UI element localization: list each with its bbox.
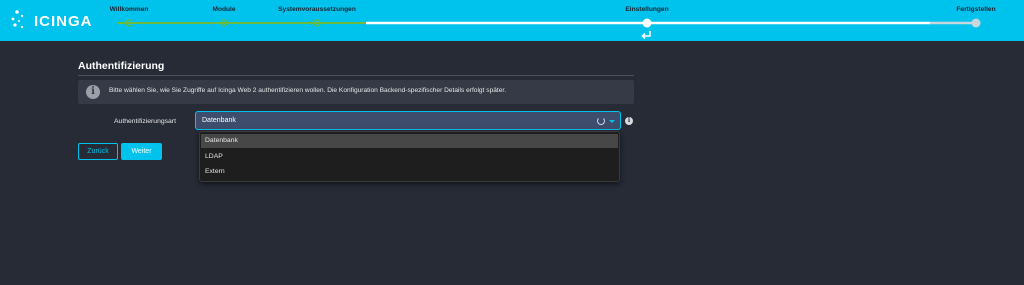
step-label-willkommen[interactable]: Willkommen <box>110 6 149 13</box>
option-datenbank[interactable]: Datenbank <box>201 134 618 148</box>
back-button[interactable]: Zurück <box>78 143 118 160</box>
option-extern[interactable]: Extern <box>201 165 618 179</box>
spinner-icon <box>597 117 605 125</box>
chevron-down-icon[interactable] <box>609 120 615 123</box>
next-button[interactable]: Weiter <box>121 143 162 160</box>
wizard-progress-track <box>118 18 981 40</box>
step-label-einstellungen: Einstellungen <box>625 6 669 13</box>
info-icon: i <box>86 85 100 99</box>
auth-type-select[interactable]: Datenbank <box>195 111 621 130</box>
step-label-systemvoraussetzungen[interactable]: Systemvoraussetzungen <box>278 6 356 13</box>
help-icon[interactable]: i <box>625 117 633 125</box>
wizard-header: ICINGA Willkommen Module Systemvorausset… <box>0 0 1024 41</box>
step-label-module[interactable]: Module <box>212 6 235 13</box>
auth-type-dropdown: Datenbank LDAP Extern <box>199 131 620 182</box>
info-box: i Bitte wählen Sie, wie Sie Zugriffe auf… <box>78 80 634 104</box>
auth-section: Authentifizierung i Bitte wählen Sie, wi… <box>78 60 634 104</box>
step-marker-fertigstellen <box>971 18 981 28</box>
option-ldap[interactable]: LDAP <box>201 150 618 164</box>
step-marker-einstellungen <box>642 18 652 28</box>
auth-type-label: Authentifizierungsart <box>114 118 176 125</box>
page-title: Authentifizierung <box>78 60 634 76</box>
info-text: Bitte wählen Sie, wie Sie Zugriffe auf I… <box>109 87 507 94</box>
auth-type-value: Datenbank <box>202 117 236 124</box>
return-arrow-icon <box>641 31 651 40</box>
step-label-fertigstellen: Fertigstellen <box>956 6 996 13</box>
